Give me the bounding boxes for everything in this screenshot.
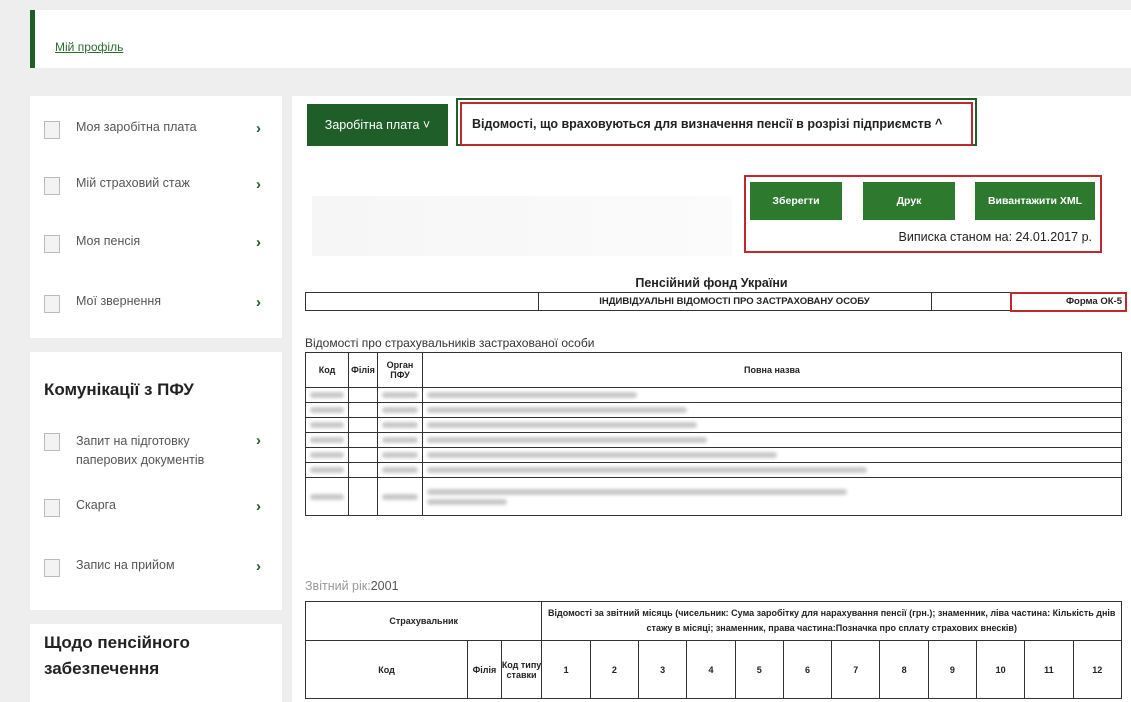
folder-icon — [44, 235, 60, 253]
report-subheader-row: Код Філія Код типу ставки 1 2 3 4 5 6 7 … — [304, 640, 1123, 699]
save-button[interactable]: Зберегти — [750, 182, 842, 220]
col-month: 7 — [831, 640, 881, 699]
top-bar: Мій профіль — [30, 10, 1131, 68]
calendar-icon — [44, 177, 60, 195]
col-name: Повна назва — [422, 352, 1122, 388]
col-code: Код — [305, 352, 349, 388]
col-code: Код — [304, 640, 469, 699]
table-row — [305, 447, 1122, 463]
sidebar-item-seniority[interactable]: Мій страховий стаж › — [44, 176, 261, 202]
col-month: 8 — [879, 640, 929, 699]
sidebar-section-title: Щодо пенсійного забезпечення — [44, 633, 190, 678]
col-month: 1 — [541, 640, 591, 699]
document-icon — [44, 433, 60, 451]
table-row — [305, 402, 1122, 418]
insurers-table: Код Філія Орган ПФУ Повна назва — [305, 352, 1122, 516]
sidebar-item-label: Мій страховий стаж — [76, 176, 190, 190]
sidebar-personal: Моя заробітна плата › Мій страховий стаж… — [30, 96, 282, 338]
sidebar-item-paper-docs[interactable]: Запит на підготовку паперових документів… — [44, 432, 261, 472]
report-table: Страхувальник Відомості за звітний місяц… — [304, 601, 1123, 699]
table-row — [305, 477, 1122, 516]
report-year: Звітний рік:2001 — [305, 579, 399, 593]
chevron-right-icon: › — [256, 498, 261, 515]
chevron-right-icon: › — [256, 120, 261, 137]
sidebar-item-requests[interactable]: Мої звернення › — [44, 294, 261, 320]
col-month: 12 — [1072, 640, 1123, 699]
sidebar-item-complaint[interactable]: Скарга › — [44, 498, 261, 524]
col-month: 5 — [734, 640, 784, 699]
col-month: 4 — [686, 640, 736, 699]
col-month: 3 — [638, 640, 688, 699]
sidebar-section-title: Комунікації з ПФУ — [44, 380, 194, 399]
report-year-label: Звітний рік: — [305, 579, 371, 593]
table-row — [305, 387, 1122, 403]
fund-title: Пенсійний фонд України — [635, 276, 788, 290]
chevron-right-icon: › — [256, 176, 261, 193]
col-month: 10 — [976, 640, 1026, 699]
chevron-right-icon: › — [256, 294, 261, 311]
tab-details-frame: Відомості, що враховуються для визначенн… — [456, 98, 977, 146]
main-panel: Заробітна плата ˅ Відомості, що враховую… — [292, 96, 1131, 702]
table-row — [305, 462, 1122, 478]
sidebar-item-appointment[interactable]: Запис на прийом › — [44, 558, 261, 584]
col-month: 2 — [589, 640, 640, 699]
table-row — [305, 432, 1122, 448]
document-icon — [44, 121, 60, 139]
report-header-row: Страхувальник Відомості за звітний місяц… — [304, 601, 1122, 641]
chevron-right-icon: › — [256, 432, 261, 449]
table-header: Код Філія Орган ПФУ Повна назва — [305, 352, 1122, 388]
sidebar-item-pension[interactable]: Моя пенсія › — [44, 234, 261, 260]
sidebar-pension-provision: Щодо пенсійного забезпечення — [30, 624, 282, 702]
col-rate-type: Код типу ставки — [500, 640, 543, 699]
tab-salary[interactable]: Заробітна плата ˅ — [307, 104, 448, 146]
chevron-right-icon: › — [256, 234, 261, 251]
print-button[interactable]: Друк — [863, 182, 955, 220]
blurred-region — [312, 196, 732, 256]
document-header: ІНДИВІДУАЛЬНІ ВІДОМОСТІ ПРО ЗАСТРАХОВАНУ… — [305, 292, 1127, 311]
sidebar-communications: Комунікації з ПФУ Запит на підготовку па… — [30, 352, 282, 610]
mail-icon — [44, 295, 60, 313]
tab-details[interactable]: Відомості, що враховуються для визначенн… — [460, 102, 973, 146]
col-month: 9 — [927, 640, 978, 699]
sidebar-item-label: Скарга — [76, 498, 116, 512]
statement-date: Виписка станом на: 24.01.2017 р. — [898, 230, 1092, 244]
sidebar-item-salary[interactable]: Моя заробітна плата › — [44, 120, 261, 146]
document-title: ІНДИВІДУАЛЬНІ ВІДОМОСТІ ПРО ЗАСТРАХОВАНУ… — [538, 293, 932, 310]
calendar-icon — [44, 559, 60, 577]
form-label: Форма ОК-5 — [1010, 292, 1127, 312]
col-month: 11 — [1024, 640, 1074, 699]
col-branch: Філія — [467, 640, 502, 699]
sidebar-item-label: Моя пенсія — [76, 234, 141, 248]
export-xml-button[interactable]: Вивантажити XML — [975, 182, 1095, 220]
chevron-right-icon: › — [256, 558, 261, 575]
sidebar-item-label: Моя заробітна плата — [76, 120, 197, 134]
actions-box: Зберегти Друк Вивантажити XML Виписка ст… — [744, 175, 1102, 253]
col-branch: Філія — [348, 352, 378, 388]
sidebar-item-label: Мої звернення — [76, 294, 162, 308]
table-row — [305, 417, 1122, 433]
col-month: 6 — [782, 640, 833, 699]
sidebar-item-label: Запис на прийом — [76, 558, 175, 572]
insurers-section-title: Відомості про страхувальників застрахова… — [305, 336, 595, 350]
report-year-value: 2001 — [370, 579, 399, 593]
col-insurer: Страхувальник — [304, 601, 543, 641]
sidebar-item-label: Запит на підготовку паперових документів — [76, 434, 205, 467]
profile-link[interactable]: Мій профіль — [55, 40, 123, 54]
header-cell — [306, 293, 539, 310]
col-pfu: Орган ПФУ — [377, 352, 423, 388]
complaint-icon — [44, 499, 60, 517]
col-months-header: Відомості за звітний місяць (чисельник: … — [541, 601, 1122, 641]
